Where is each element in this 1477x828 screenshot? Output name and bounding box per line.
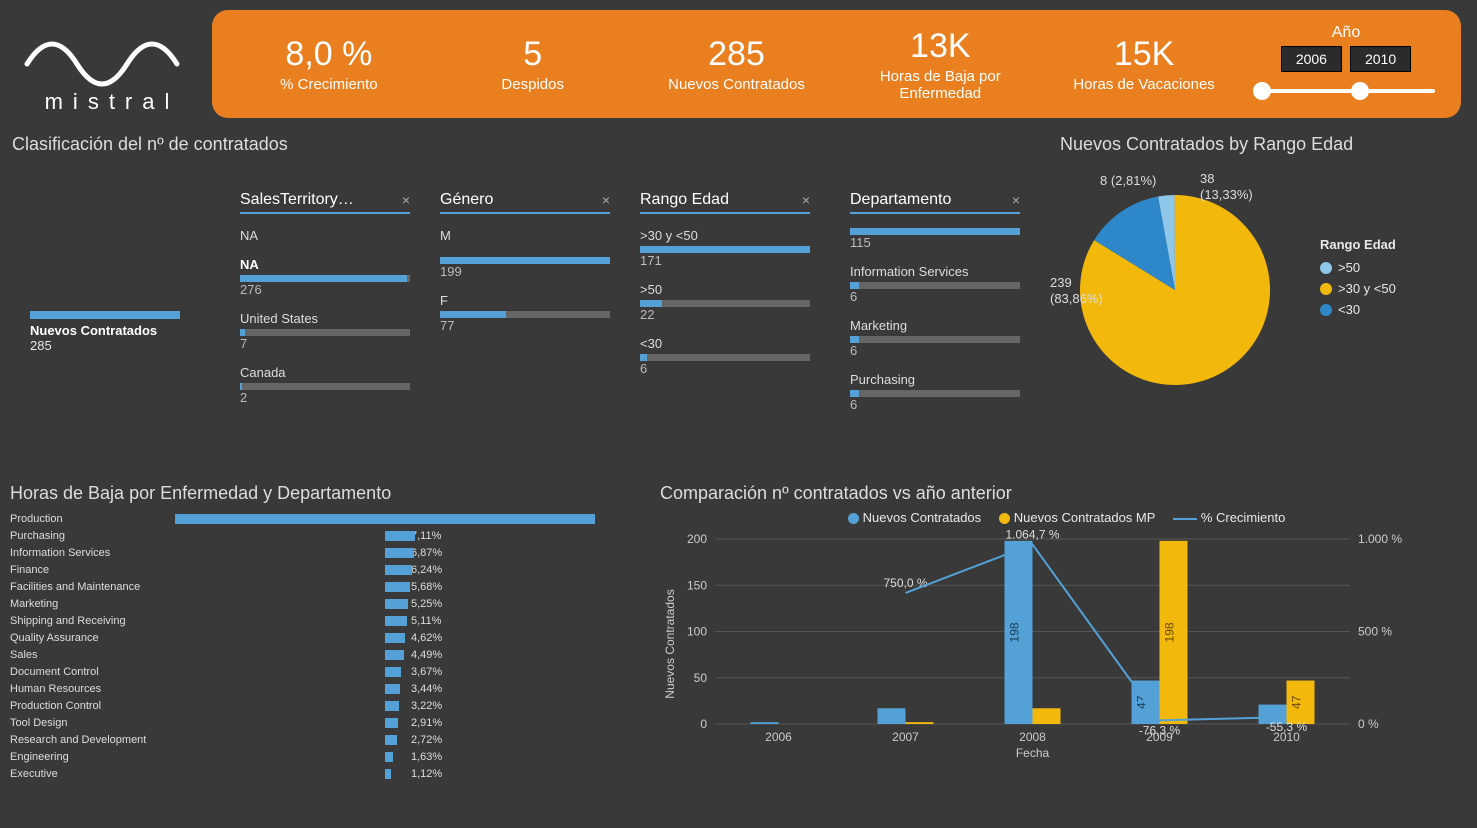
svg-text:2006: 2006 [765,730,792,744]
hbar-row[interactable]: Finance6,24% [10,561,660,578]
hbar-row[interactable]: Quality Assurance4,62% [10,629,660,646]
decomp-node[interactable]: NA [240,228,410,243]
hbar-row[interactable]: Marketing5,25% [10,595,660,612]
svg-text:150: 150 [687,578,707,592]
decomposition-tree[interactable]: Nuevos Contratados 285 SalesTerritory…×N… [0,161,1060,471]
svg-text:2008: 2008 [1019,730,1046,744]
growth-line[interactable] [906,544,1287,720]
close-icon[interactable]: × [1012,192,1020,208]
kpi-layoffs: 5Despidos [436,35,630,93]
decomp-node[interactable]: Purchasing6 [850,372,1020,412]
compare-title: Comparación nº contratados vs año anteri… [660,483,1459,504]
year-title: Año [1251,24,1441,42]
hbar-row[interactable]: Production [10,510,660,527]
decomp-title: Clasificación del nº de contratados [12,134,1060,155]
hbar-row[interactable]: Research and Development2,72% [10,731,660,748]
kpi-sick: 13KHoras de Baja por Enfermedad [843,27,1037,102]
svg-text:1.064,7 %: 1.064,7 % [1005,529,1059,541]
kpi-bar: 8,0 %% Crecimiento 5Despidos 285Nuevos C… [212,10,1461,118]
year-slider[interactable] [1251,78,1441,104]
svg-text:1.000 %: 1.000 % [1358,532,1402,546]
hbar-row[interactable]: Executive1,12% [10,765,660,782]
compare-legend: Nuevos Contratados Nuevos Contratados MP… [660,510,1459,525]
kpi-vacation: 15KHoras de Vacaciones [1047,35,1241,93]
compare-chart[interactable]: 0501001502000 %500 %1.000 %20062007750,0… [660,529,1420,759]
decomp-col[interactable]: Departamento×115Information Services6Mar… [850,191,1020,412]
decomp-node[interactable]: NA276 [240,257,410,297]
pie-chart[interactable]: 8 (2,81%)38(13,33%)239(83,86%) [1060,165,1290,395]
decomp-node[interactable]: United States7 [240,311,410,351]
close-icon[interactable]: × [802,192,810,208]
year-from[interactable]: 2006 [1281,46,1342,72]
year-slicer[interactable]: Año 2006 2010 [1251,24,1441,104]
decomp-root[interactable]: Nuevos Contratados 285 [30,311,180,353]
svg-text:-76,3 %: -76,3 % [1139,723,1181,737]
hbar-row[interactable]: Human Resources3,44% [10,680,660,697]
hbar-row[interactable]: Production Control3,22% [10,697,660,714]
pie-title: Nuevos Contratados by Rango Edad [1060,134,1457,155]
header: mistral 8,0 %% Crecimiento 5Despidos 285… [0,0,1477,128]
bar-yellow[interactable] [906,722,934,724]
svg-text:50: 50 [694,671,708,685]
svg-text:2007: 2007 [892,730,919,744]
decomp-node[interactable]: Canada2 [240,365,410,405]
svg-text:198: 198 [1008,622,1022,642]
svg-text:Fecha: Fecha [1016,746,1050,759]
svg-text:Nuevos Contratados: Nuevos Contratados [663,589,677,698]
bar-blue[interactable] [878,708,906,724]
svg-text:100: 100 [687,625,707,639]
decomp-col[interactable]: Género×M199F77 [440,191,610,333]
svg-text:198: 198 [1163,622,1177,642]
decomp-node[interactable]: 199 [440,257,610,279]
pie-callout: 38 [1200,171,1214,186]
decomp-node[interactable]: >5022 [640,282,810,322]
decomp-col[interactable]: SalesTerritory…×NANA276United States7Can… [240,191,410,405]
decomp-col[interactable]: Rango Edad×>30 y <50171>5022<306 [640,191,810,376]
decomp-node[interactable]: <306 [640,336,810,376]
slider-thumb-to[interactable] [1351,82,1369,100]
pie-callout: 239 [1050,275,1072,290]
decomp-node[interactable]: Marketing6 [850,318,1020,358]
hbars-chart[interactable]: ProductionPurchasing7,11%Information Ser… [10,510,660,782]
legend-item[interactable]: >30 y <50 [1320,281,1396,296]
slider-thumb-from[interactable] [1253,82,1271,100]
kpi-hires: 285Nuevos Contratados [640,35,834,93]
hbar-row[interactable]: Engineering1,63% [10,748,660,765]
close-icon[interactable]: × [602,192,610,208]
decomp-node[interactable]: M [440,228,610,243]
hbar-row[interactable]: Purchasing7,11% [10,527,660,544]
hbar-row[interactable]: Information Services6,87% [10,544,660,561]
decomp-node[interactable]: Information Services6 [850,264,1020,304]
svg-text:0 %: 0 % [1358,717,1379,731]
pie-callout: (13,33%) [1200,187,1253,202]
legend-item[interactable]: >50 [1320,260,1396,275]
decomp-node[interactable]: >30 y <50171 [640,228,810,268]
hbar-row[interactable]: Document Control3,67% [10,663,660,680]
kpi-growth: 8,0 %% Crecimiento [232,35,426,93]
bar-yellow[interactable] [1033,708,1061,724]
svg-text:200: 200 [687,532,707,546]
legend-item[interactable]: <30 [1320,302,1396,317]
hbar-row[interactable]: Tool Design2,91% [10,714,660,731]
hbars-title: Horas de Baja por Enfermedad y Departame… [10,483,660,504]
decomp-node[interactable]: F77 [440,293,610,333]
hbar-row[interactable]: Shipping and Receiving5,11% [10,612,660,629]
svg-text:47: 47 [1290,695,1304,709]
close-icon[interactable]: × [402,192,410,208]
hbar-row[interactable]: Sales4,49% [10,646,660,663]
pie-callout: 8 (2,81%) [1100,173,1156,188]
hbar-row[interactable]: Facilities and Maintenance5,68% [10,578,660,595]
decomp-node[interactable]: 115 [850,228,1020,250]
bar-blue[interactable] [751,722,779,724]
year-to[interactable]: 2010 [1350,46,1411,72]
svg-text:500 %: 500 % [1358,625,1392,639]
svg-text:-55,3 %: -55,3 % [1266,720,1308,734]
pie-callout: (83,86%) [1050,291,1103,306]
pie-legend: Rango Edad >50>30 y <50<30 [1320,237,1396,323]
svg-text:0: 0 [700,717,707,731]
logo: mistral [12,14,212,115]
